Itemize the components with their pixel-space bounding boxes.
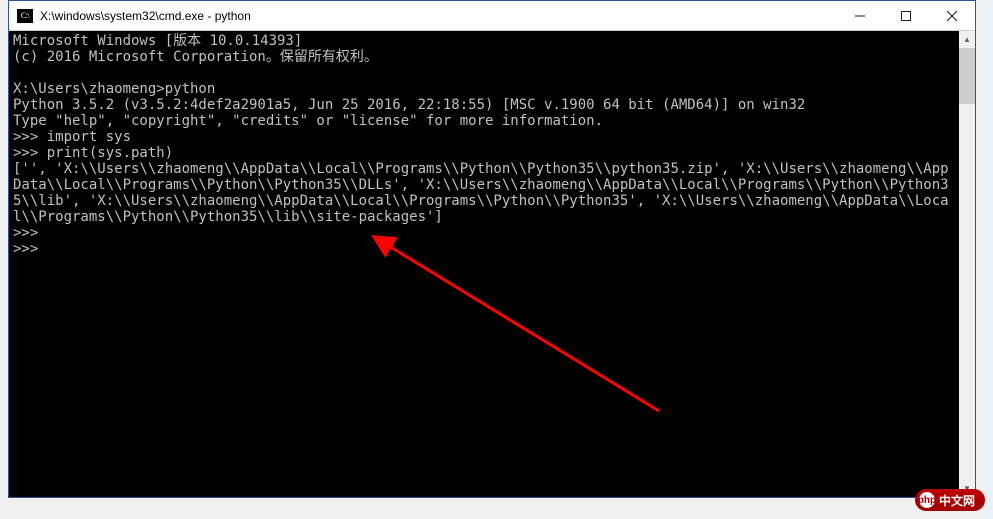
minimize-button[interactable]: [837, 1, 883, 30]
window-controls: [837, 1, 975, 30]
maximize-button[interactable]: [883, 1, 929, 30]
console-area: Microsoft Windows [版本 10.0.14393] (c) 20…: [9, 31, 975, 497]
cmd-window: C:\ X:\windows\system32\cmd.exe - python…: [8, 0, 976, 498]
titlebar[interactable]: C:\ X:\windows\system32\cmd.exe - python: [9, 1, 975, 31]
cmd-icon: C:\: [17, 9, 33, 23]
badge-text: 中文网: [939, 492, 975, 509]
watermark-badge: php 中文网: [915, 489, 985, 511]
badge-prefix: php: [919, 492, 935, 508]
scrollbar-thumb[interactable]: [959, 48, 975, 104]
console-output[interactable]: Microsoft Windows [版本 10.0.14393] (c) 20…: [9, 31, 959, 497]
close-button[interactable]: [929, 1, 975, 30]
vertical-scrollbar[interactable]: ▲ ▼: [959, 31, 975, 497]
scrollbar-up-arrow[interactable]: ▲: [959, 31, 975, 48]
window-title: X:\windows\system32\cmd.exe - python: [40, 9, 837, 23]
background-strip: [985, 0, 993, 519]
